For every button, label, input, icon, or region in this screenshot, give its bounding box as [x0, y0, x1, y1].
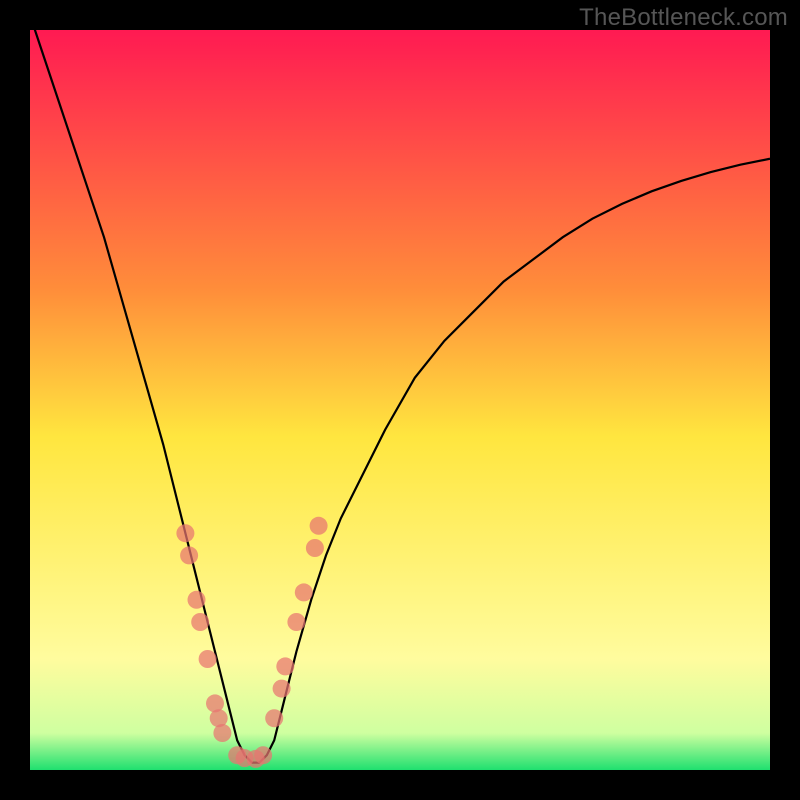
watermark-text: TheBottleneck.com [579, 4, 788, 32]
data-marker [188, 591, 206, 609]
plot-area [30, 30, 770, 770]
data-marker [295, 583, 313, 601]
data-marker [199, 650, 217, 668]
data-marker [254, 746, 272, 764]
gradient-background [30, 30, 770, 770]
data-marker [213, 724, 231, 742]
data-marker [310, 517, 328, 535]
data-marker [176, 524, 194, 542]
data-marker [287, 613, 305, 631]
data-marker [191, 613, 209, 631]
data-marker [276, 657, 294, 675]
data-marker [273, 680, 291, 698]
data-marker [265, 709, 283, 727]
chart-svg [30, 30, 770, 770]
data-marker [180, 546, 198, 564]
data-marker [306, 539, 324, 557]
chart-root: TheBottleneck.com [0, 0, 800, 800]
